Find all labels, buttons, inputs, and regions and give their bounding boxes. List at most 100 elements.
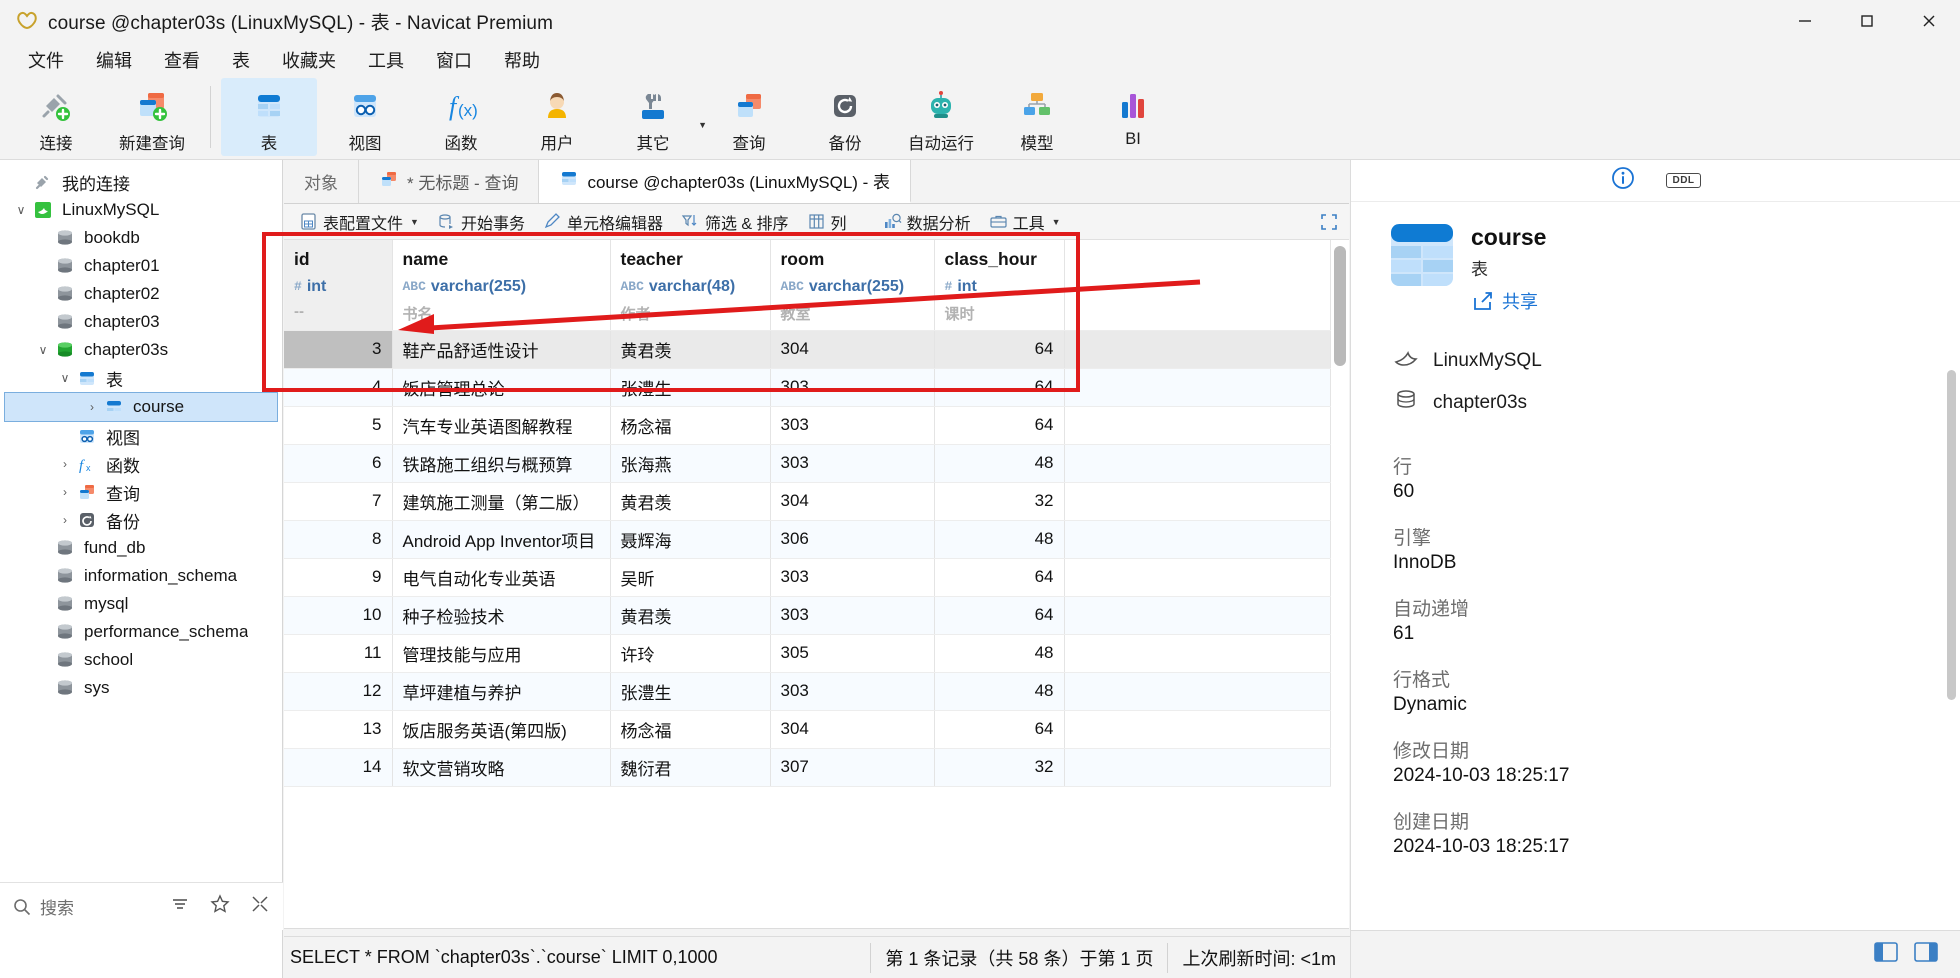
cell-id[interactable]: 5 (284, 406, 393, 445)
cell-id[interactable]: 9 (284, 558, 393, 597)
cell-teacher[interactable]: 黄君羡 (610, 330, 771, 369)
column-header-teacher[interactable]: teacher ABC varchar(48) 作者 (610, 240, 771, 331)
cell-teacher[interactable]: 黄君羡 (610, 482, 771, 521)
ddl-tab-button[interactable]: DDL (1666, 173, 1701, 188)
table-row[interactable]: 13 饭店服务英语(第四版) 杨念福 304 64 (284, 710, 1331, 749)
cell-id[interactable]: 10 (284, 596, 393, 635)
cell-room[interactable]: 303 (770, 672, 935, 711)
menu-table[interactable]: 表 (216, 43, 266, 77)
cell-id[interactable]: 13 (284, 710, 393, 749)
table-row[interactable]: 7 建筑施工测量（第二版） 黄君羡 304 32 (284, 482, 1331, 521)
panel-right-toggle-icon[interactable] (1913, 941, 1939, 968)
sidebar-item-functions-folder[interactable]: › fx 函数 (0, 450, 282, 478)
table-profile-button[interactable]: 表配置文件 ▼ (292, 208, 426, 236)
expand-arrow[interactable]: › (81, 400, 103, 414)
cell-room[interactable]: 303 (770, 558, 935, 597)
cell-id[interactable]: 12 (284, 672, 393, 711)
cell-room[interactable]: 303 (770, 406, 935, 445)
toolbar-user-button[interactable]: 用户 (509, 78, 605, 156)
column-header-id[interactable]: id # int -- (284, 240, 393, 331)
cell-class-hour[interactable]: 32 (934, 748, 1065, 787)
cell-class-hour[interactable]: 32 (934, 482, 1065, 521)
cell-teacher[interactable]: 许玲 (610, 634, 771, 673)
cell-name[interactable]: 种子检验技术 (392, 596, 611, 635)
tab-course-table[interactable]: course @chapter03s (LinuxMySQL) - 表 (539, 160, 912, 203)
cell-name[interactable]: 软文营销攻略 (392, 748, 611, 787)
toolbar-bi-button[interactable]: BI (1085, 78, 1181, 156)
cell-id[interactable]: 14 (284, 748, 393, 787)
sidebar-item-mysql[interactable]: mysql (0, 590, 282, 618)
cell-room[interactable]: 304 (770, 330, 935, 369)
column-header-class-hour[interactable]: class_hour # int 课时 (934, 240, 1065, 331)
cell-teacher[interactable]: 张海燕 (610, 444, 771, 483)
toolbar-new-query-button[interactable]: 新建查询 (104, 78, 200, 156)
menu-tools[interactable]: 工具 (352, 43, 420, 77)
close-button[interactable] (1898, 0, 1960, 42)
toolbar-other-button[interactable]: 其它 ▼ (605, 78, 707, 156)
sidebar-item-backups-folder[interactable]: › 备份 (0, 506, 282, 534)
menu-favorites[interactable]: 收藏夹 (266, 43, 352, 77)
cell-teacher[interactable]: 杨念福 (610, 406, 771, 445)
filter-sort-button[interactable]: 筛选 & 排序 (674, 208, 796, 236)
sidebar-item-sys[interactable]: sys (0, 674, 282, 702)
cell-name[interactable]: Android App Inventor项目 (392, 520, 611, 559)
sidebar-item-performance-schema[interactable]: performance_schema (0, 618, 282, 646)
cell-class-hour[interactable]: 64 (934, 368, 1065, 407)
toolbar-automation-button[interactable]: 自动运行 (893, 78, 989, 156)
cell-name[interactable]: 鞋产品舒适性设计 (392, 330, 611, 369)
search-input[interactable]: 搜索 (12, 894, 169, 919)
table-row[interactable]: 4 饭店管理总论 张澧生 303 64 (284, 368, 1331, 407)
sidebar-item-bookdb[interactable]: bookdb (0, 224, 282, 252)
sidebar-item-information-schema[interactable]: information_schema (0, 562, 282, 590)
toolbar-connection-button[interactable]: 连接 (8, 78, 104, 156)
cell-id[interactable]: 7 (284, 482, 393, 521)
toolbar-model-button[interactable]: 模型 (989, 78, 1085, 156)
cell-class-hour[interactable]: 64 (934, 596, 1065, 635)
table-row[interactable]: 12 草坪建植与养护 张澧生 303 48 (284, 672, 1331, 711)
menu-edit[interactable]: 编辑 (80, 43, 148, 77)
sidebar-item-queries-folder[interactable]: › 查询 (0, 478, 282, 506)
sidebar-item-chapter03s[interactable]: ∨ chapter03s (0, 336, 282, 364)
star-icon[interactable] (209, 893, 231, 920)
sidebar-item-chapter03[interactable]: chapter03 (0, 308, 282, 336)
cell-name[interactable]: 管理技能与应用 (392, 634, 611, 673)
sidebar-item-my-connections[interactable]: 我的连接 (0, 168, 282, 196)
cell-name[interactable]: 建筑施工测量（第二版） (392, 482, 611, 521)
maximize-button[interactable] (1836, 0, 1898, 42)
cell-class-hour[interactable]: 64 (934, 330, 1065, 369)
sidebar-item-school[interactable]: school (0, 646, 282, 674)
cell-teacher[interactable]: 张澧生 (610, 672, 771, 711)
cell-class-hour[interactable]: 64 (934, 406, 1065, 445)
collapse-icon[interactable] (249, 893, 271, 920)
cell-name[interactable]: 汽车专业英语图解教程 (392, 406, 611, 445)
begin-transaction-button[interactable]: 开始事务 (430, 208, 532, 236)
cell-name[interactable]: 饭店服务英语(第四版) (392, 710, 611, 749)
panel-left-toggle-icon[interactable] (1873, 941, 1899, 968)
cell-teacher[interactable]: 吴昕 (610, 558, 771, 597)
menu-view[interactable]: 查看 (148, 43, 216, 77)
expand-arrow[interactable]: ∨ (10, 203, 32, 217)
cell-class-hour[interactable]: 48 (934, 444, 1065, 483)
sidebar-item-chapter01[interactable]: chapter01 (0, 252, 282, 280)
sidebar-item-linuxmysql[interactable]: ∨ LinuxMySQL (0, 196, 282, 224)
cell-teacher[interactable]: 杨念福 (610, 710, 771, 749)
minimize-button[interactable] (1774, 0, 1836, 42)
table-row[interactable]: 14 软文营销攻略 魏衍君 307 32 (284, 748, 1331, 787)
share-button[interactable]: 共享 (1471, 288, 1546, 314)
cell-name[interactable]: 草坪建植与养护 (392, 672, 611, 711)
cell-name[interactable]: 铁路施工组织与概预算 (392, 444, 611, 483)
fullscreen-icon[interactable] (1319, 212, 1339, 237)
cell-class-hour[interactable]: 64 (934, 558, 1065, 597)
cell-class-hour[interactable]: 64 (934, 710, 1065, 749)
tab-untitled-query[interactable]: * 无标题 - 查询 (359, 160, 540, 203)
column-header-room[interactable]: room ABC varchar(255) 教室 (770, 240, 935, 331)
toolbar-query-button[interactable]: 查询 (701, 78, 797, 156)
info-panel-scrollbar[interactable] (1947, 370, 1956, 700)
table-row[interactable]: 8 Android App Inventor项目 聂辉海 306 48 (284, 520, 1331, 559)
cell-teacher[interactable]: 张澧生 (610, 368, 771, 407)
cell-room[interactable]: 303 (770, 368, 935, 407)
data-analysis-button[interactable]: 数据分析 (876, 208, 978, 236)
filter-icon[interactable] (169, 893, 191, 920)
sidebar-item-tables-folder[interactable]: ∨ 表 (0, 364, 282, 392)
cell-class-hour[interactable]: 48 (934, 672, 1065, 711)
